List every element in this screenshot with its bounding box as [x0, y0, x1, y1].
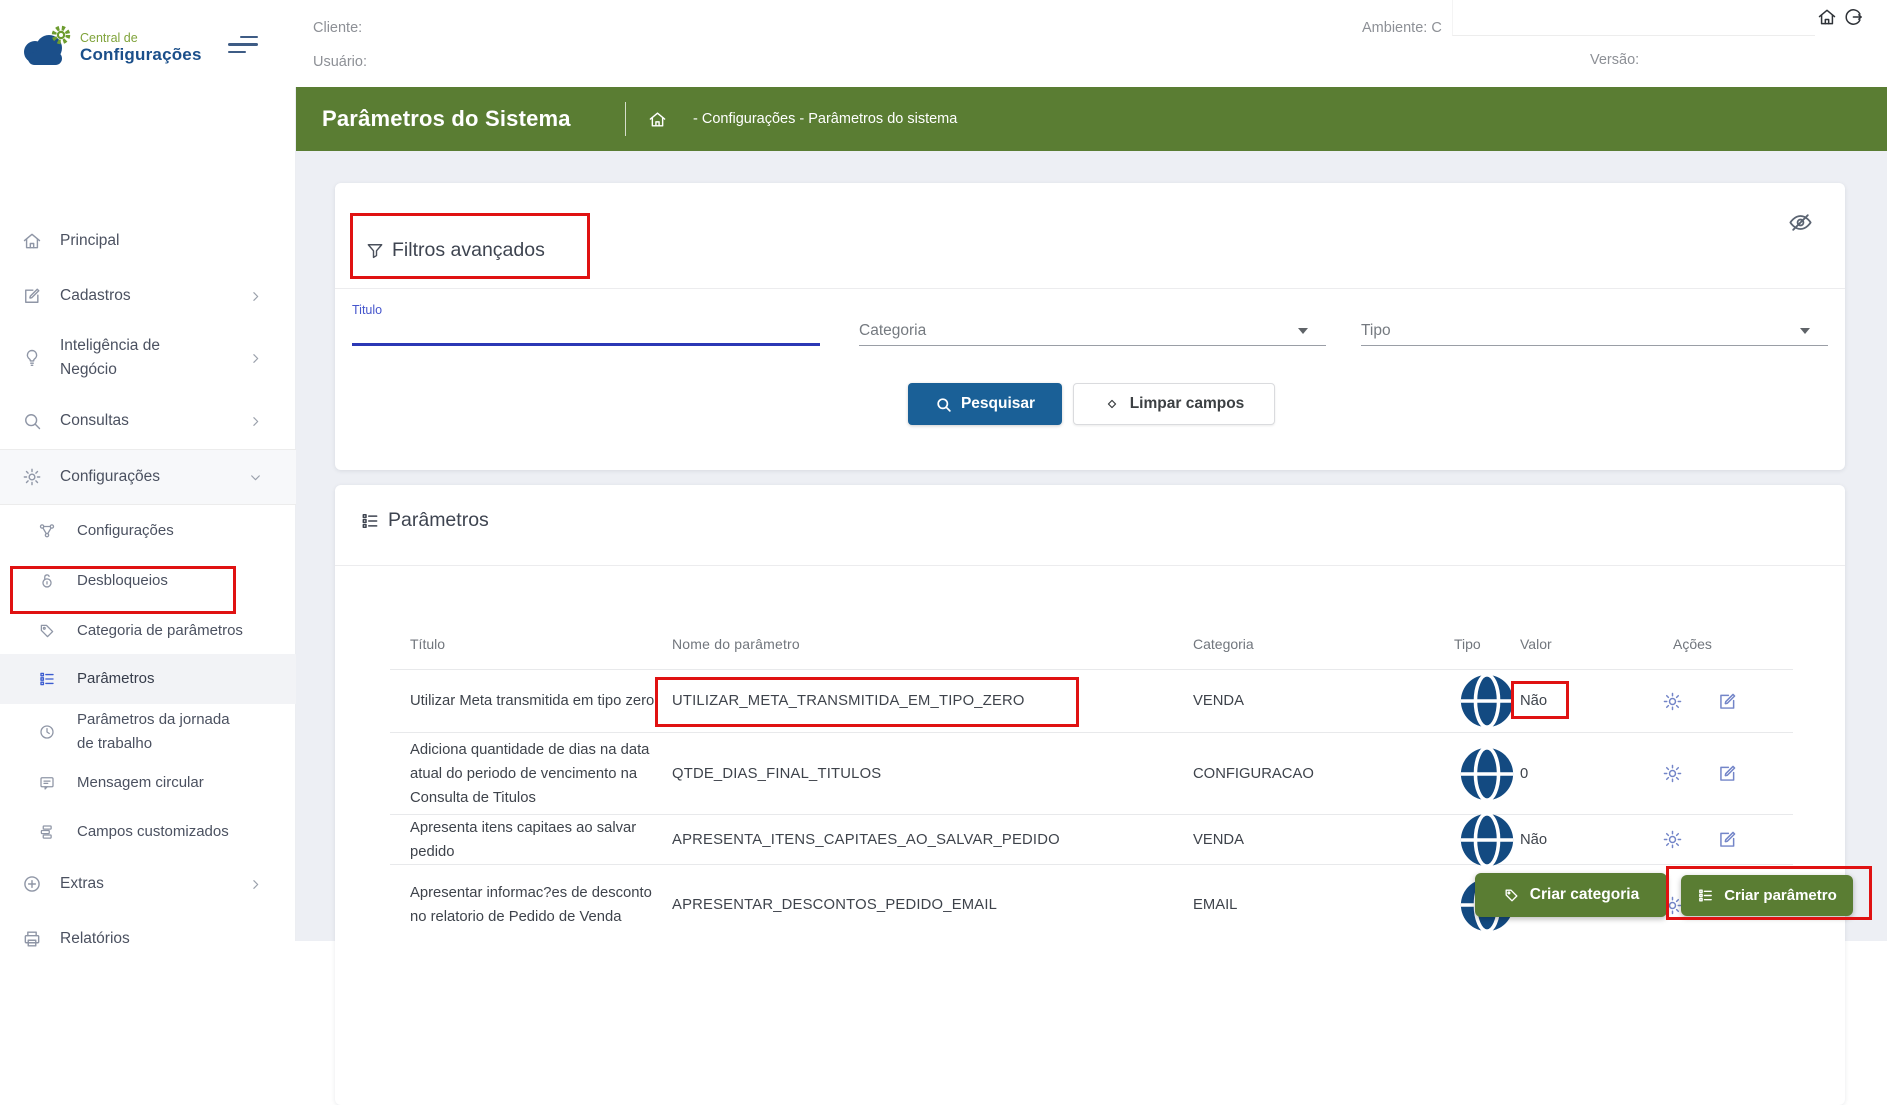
table-row: Adiciona quantidade de dias na data atua… [390, 733, 1793, 815]
globe-icon [1454, 807, 1520, 873]
titulo-input[interactable] [352, 315, 820, 343]
titulo-input-underline [352, 343, 820, 346]
parameters-card: Parâmetros Título Nome do parâmetro Cate… [335, 485, 1845, 1105]
clear-fields-button[interactable]: Limpar campos [1073, 383, 1275, 425]
sidebar-subitem-parametros-da-jornada[interactable]: Parâmetros da jornada de trabalho [0, 708, 296, 756]
sidebar-item-relatorios[interactable]: Relatórios [0, 927, 296, 951]
sidebar-item-extras[interactable]: Extras [0, 872, 296, 896]
gear-icon[interactable] [1662, 691, 1683, 712]
sidebar-item-consultas[interactable]: Consultas [0, 409, 296, 433]
col-header-valor: Valor [1520, 636, 1662, 652]
create-parameter-button[interactable]: Criar parâmetro [1681, 875, 1853, 916]
value-cell: 0 [1520, 766, 1662, 782]
message-icon [38, 774, 56, 792]
menu-icon[interactable] [228, 36, 258, 58]
search-button[interactable]: Pesquisar [908, 383, 1062, 425]
list-icon [38, 670, 56, 688]
funnel-icon [365, 241, 385, 261]
gear-icon [22, 467, 42, 487]
layers-icon [38, 823, 56, 841]
chevron-right-icon [249, 415, 262, 428]
list-icon [360, 511, 380, 531]
sidebar-subitem-campos-customizados[interactable]: Campos customizados [0, 820, 296, 844]
sidebar-subitem-configuracoes[interactable]: Configurações [0, 519, 296, 543]
client-label: Cliente: [313, 20, 362, 36]
parameters-title: Parâmetros [388, 509, 489, 532]
chevron-down-icon [249, 471, 262, 484]
filters-title: Filtros avançados [392, 239, 545, 262]
unlock-icon [38, 572, 56, 590]
lightbulb-icon [22, 348, 42, 368]
col-header-tipo: Tipo [1448, 636, 1520, 652]
nodes-icon [38, 522, 56, 540]
clock-icon [38, 723, 56, 741]
page-header-bar: Parâmetros do Sistema - Configurações - … [296, 87, 1887, 151]
tipo-select[interactable]: Tipo [1361, 319, 1828, 345]
col-header-nome: Nome do parâmetro [672, 636, 1193, 652]
sidebar-subitem-parametros[interactable]: Parâmetros [0, 667, 296, 691]
filters-card: Filtros avançados Titulo Categoria Tipo … [335, 183, 1845, 470]
sidebar-subitem-mensagem-circular[interactable]: Mensagem circular [0, 771, 296, 795]
main-content: Filtros avançados Titulo Categoria Tipo … [296, 151, 1887, 941]
value-cell: Não [1520, 832, 1662, 848]
gear-icon[interactable] [1662, 763, 1683, 784]
cloud-gear-logo-icon [20, 24, 72, 70]
caret-down-icon [1800, 328, 1810, 334]
chevron-right-icon [249, 352, 262, 365]
sidebar-subitem-desbloqueios[interactable]: Desbloqueios [0, 569, 296, 593]
eye-off-icon[interactable] [1787, 209, 1814, 236]
user-label: Usuário: [313, 54, 367, 70]
sidebar-item-inteligencia-de-negocio[interactable]: Inteligência de Negócio [0, 334, 296, 382]
plus-circle-icon [22, 874, 42, 894]
parameters-divider [335, 565, 1845, 566]
environment-label: Ambiente: C [1362, 20, 1442, 36]
table-row: Apresenta itens capitaes ao salvar pedid… [390, 815, 1793, 865]
edit-icon[interactable] [1717, 829, 1738, 850]
version-label: Versão: [1590, 52, 1639, 68]
header-divider [625, 102, 626, 136]
table-row: Utilizar Meta transmitida em tipo zero U… [390, 670, 1793, 733]
edit-icon[interactable] [1717, 763, 1738, 784]
logout-icon[interactable] [1843, 7, 1863, 27]
sidebar-item-configuracoes[interactable]: Configurações [0, 465, 296, 489]
create-category-button[interactable]: Criar categoria [1475, 873, 1667, 917]
sidebar-item-cadastros[interactable]: Cadastros [0, 284, 296, 308]
home-icon [22, 231, 42, 251]
sidebar: Principal Cadastros Inteligência de Negó… [0, 87, 296, 941]
redaction-overlay [1452, 0, 1815, 36]
gear-icon[interactable] [1662, 829, 1683, 850]
environment-partial-value: C [1431, 20, 1441, 36]
logo-text-line1: Central de [80, 32, 202, 46]
printer-icon [22, 929, 42, 949]
col-header-titulo: Título [390, 632, 672, 656]
col-header-acoes: Ações [1662, 636, 1793, 652]
categoria-select[interactable]: Categoria [859, 319, 1326, 345]
app-logo[interactable]: Central de Configurações [20, 24, 202, 70]
filters-divider [335, 288, 1845, 289]
breadcrumb-home-icon[interactable] [648, 110, 667, 129]
pencil-square-icon [22, 286, 42, 306]
page-title: Parâmetros do Sistema [322, 106, 571, 132]
list-icon [1697, 887, 1714, 904]
search-icon [935, 396, 952, 413]
sidebar-subitem-categoria-de-parametros[interactable]: Categoria de parâmetros [0, 607, 296, 655]
value-cell: Não [1520, 693, 1662, 709]
tag-icon [38, 622, 56, 640]
globe-icon [1454, 668, 1520, 734]
col-header-categoria: Categoria [1193, 636, 1448, 652]
breadcrumb: - Configurações - Parâmetros do sistema [693, 111, 957, 127]
chevron-right-icon [249, 878, 262, 891]
tag-icon [1503, 887, 1520, 904]
search-icon [22, 411, 42, 431]
chevron-right-icon [249, 290, 262, 303]
sidebar-item-principal[interactable]: Principal [0, 229, 296, 253]
logo-text-line2: Configurações [80, 46, 202, 65]
edit-icon[interactable] [1717, 691, 1738, 712]
caret-down-icon [1298, 328, 1308, 334]
top-bar: Central de Configurações Cliente: Usuári… [0, 0, 1887, 87]
globe-icon [1454, 741, 1520, 807]
table-header-row: Título Nome do parâmetro Categoria Tipo … [390, 618, 1793, 670]
diamond-icon [1104, 396, 1120, 412]
home-icon[interactable] [1817, 7, 1837, 27]
